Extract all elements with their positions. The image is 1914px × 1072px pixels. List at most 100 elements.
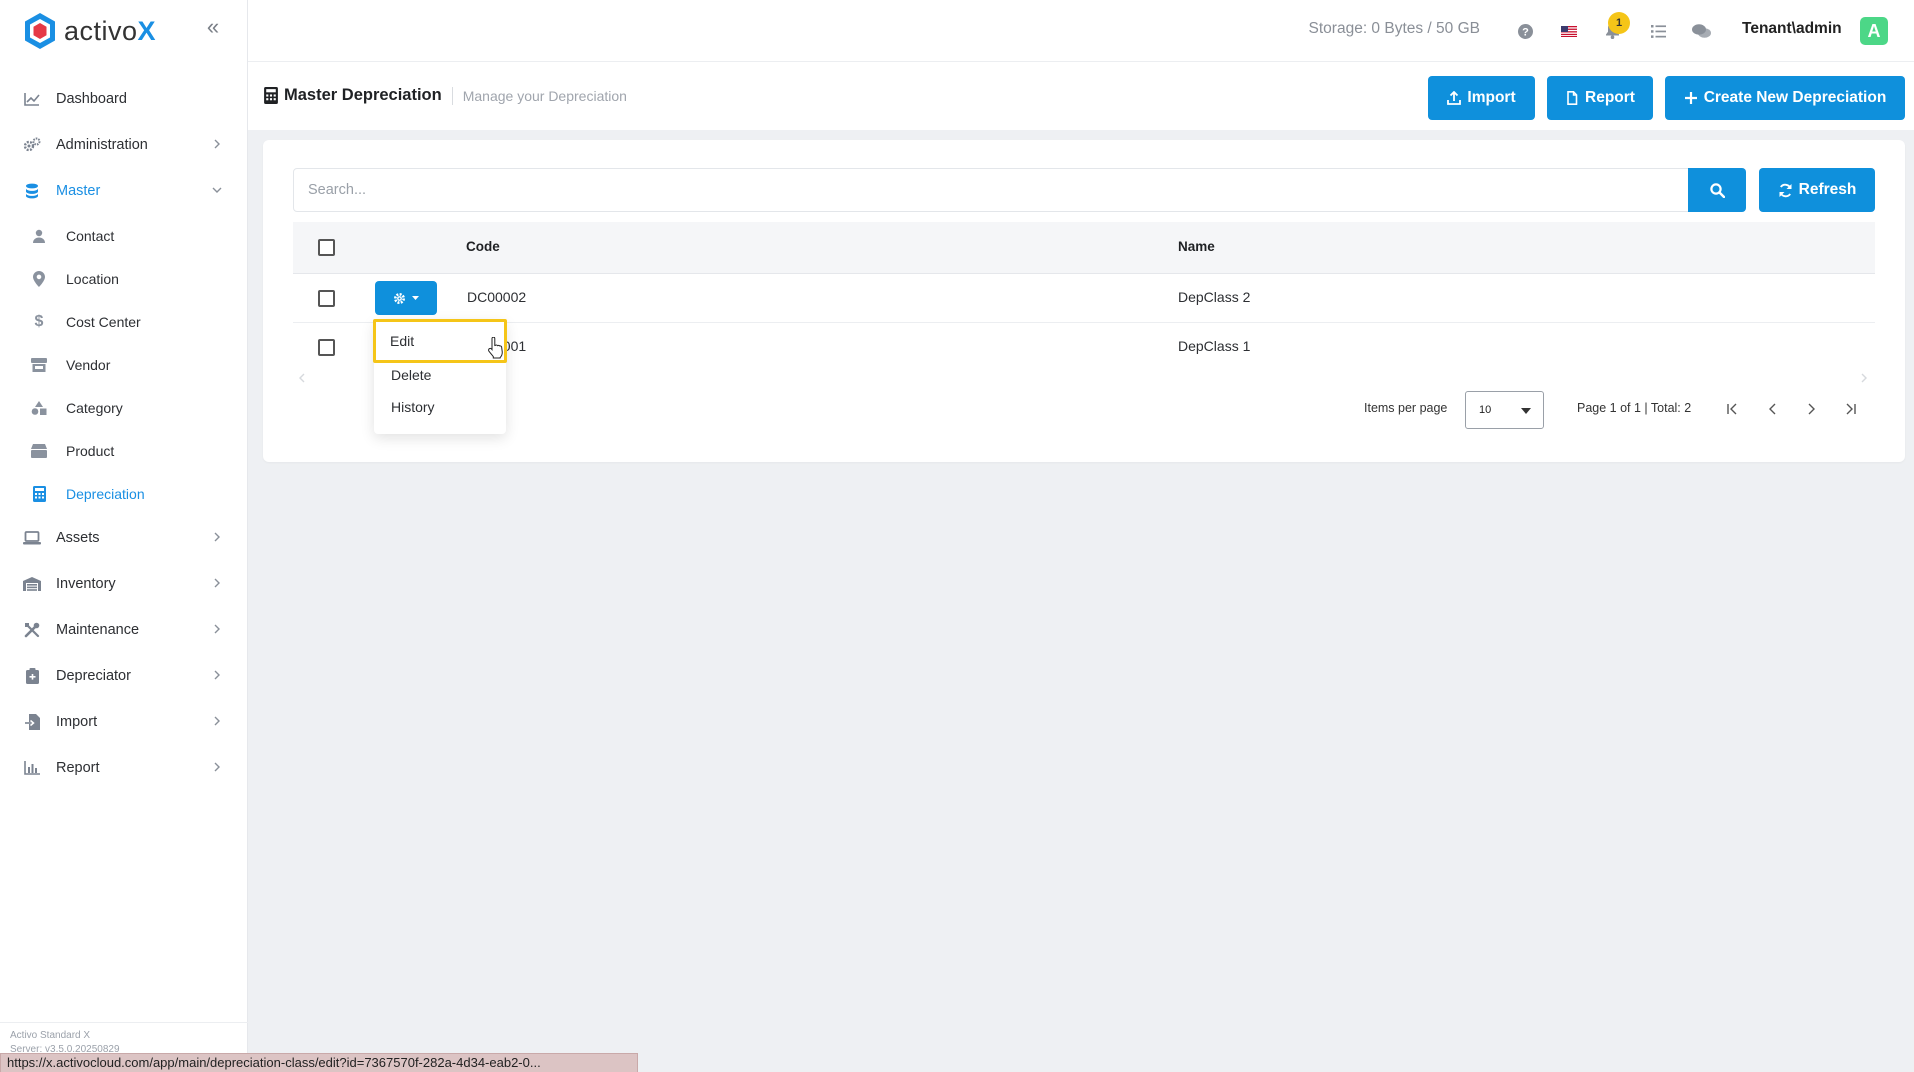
sidebar-item-label: Assets <box>56 530 100 546</box>
chevron-right-icon <box>214 578 220 588</box>
chevron-right-icon <box>214 716 220 726</box>
storage-usage: Storage: 0 Bytes / 50 GB <box>1308 20 1480 37</box>
menu-item-history[interactable]: History <box>374 391 506 423</box>
sidebar-item-label: Maintenance <box>56 622 140 638</box>
collapse-sidebar-icon[interactable]: « <box>202 16 224 38</box>
items-per-page-label: Items per page <box>1364 401 1448 415</box>
select-all-checkbox[interactable] <box>318 239 335 256</box>
gears-icon <box>22 135 42 155</box>
file-import-icon <box>22 712 42 732</box>
sidebar-item-report[interactable]: Report <box>0 745 248 791</box>
us-flag-icon[interactable] <box>1558 20 1580 42</box>
sidebar-item-product[interactable]: Product <box>0 429 248 472</box>
scroll-right-icon[interactable] <box>1860 373 1868 383</box>
next-page-icon[interactable] <box>1804 402 1818 416</box>
scroll-left-icon[interactable] <box>298 373 306 383</box>
chevron-right-icon <box>214 532 220 542</box>
cell-name: DepClass 1 <box>1178 338 1251 354</box>
sidebar-item-assets[interactable]: Assets <box>0 515 248 561</box>
row-checkbox[interactable] <box>318 290 335 307</box>
page-subtitle: Manage your Depreciation <box>462 87 627 104</box>
chart-line-icon <box>22 89 42 109</box>
chevron-down-icon <box>212 187 222 193</box>
task-list-icon[interactable] <box>1647 20 1669 42</box>
last-page-icon[interactable] <box>1843 402 1857 416</box>
sidebar-item-label: Inventory <box>56 576 116 592</box>
user-name[interactable]: Tenant\admin <box>1742 20 1842 38</box>
table-header: Code Name <box>293 222 1875 274</box>
sidebar-item-label: Contact <box>66 227 115 244</box>
menu-item-delete[interactable]: Delete <box>374 359 506 391</box>
row-checkbox[interactable] <box>318 339 335 356</box>
chevron-right-icon <box>214 139 220 149</box>
row-actions-button[interactable] <box>375 281 437 315</box>
page-title: Master Depreciation <box>284 86 442 104</box>
sidebar-item-location[interactable]: Location <box>0 257 248 300</box>
table-row: DC00001 DepClass 1 <box>293 323 1875 372</box>
page-title-group: Master Depreciation Manage your Deprecia… <box>264 86 627 105</box>
sidebar-item-label: Depreciator <box>56 668 131 684</box>
avatar[interactable]: A <box>1860 17 1888 45</box>
status-bar-url: https://x.activocloud.com/app/main/depre… <box>0 1053 638 1072</box>
sidebar-item-cost-center[interactable]: $ Cost Center <box>0 300 248 343</box>
column-header-code[interactable]: Code <box>466 239 500 254</box>
gear-icon <box>394 292 405 304</box>
sidebar-item-label: Master <box>56 183 101 199</box>
chevron-right-icon <box>214 670 220 680</box>
brand-logo[interactable]: activoX <box>22 10 156 52</box>
title-divider <box>451 86 453 105</box>
calculator-icon <box>30 485 48 503</box>
sidebar-item-label: Dashboard <box>56 91 127 107</box>
activox-logo-icon <box>25 13 55 49</box>
sidebar-item-administration[interactable]: Administration <box>0 122 248 168</box>
table-row: DC00002 DepClass 2 <box>293 274 1875 323</box>
create-depreciation-button[interactable]: Create New Depreciation <box>1665 76 1905 120</box>
sidebar-item-label: Cost Center <box>66 313 141 330</box>
sidebar-item-label: Import <box>56 714 98 730</box>
chart-bar-icon <box>22 758 42 778</box>
sidebar-item-inventory[interactable]: Inventory <box>0 561 248 607</box>
items-per-page-select[interactable]: 10 <box>1465 391 1544 429</box>
pagination-summary: Page 1 of 1 | Total: 2 <box>1577 401 1692 415</box>
sidebar-item-depreciation[interactable]: Depreciation <box>0 472 248 515</box>
search-icon <box>1709 182 1725 198</box>
previous-page-icon[interactable] <box>1766 402 1780 416</box>
search-button[interactable] <box>1688 168 1746 212</box>
help-icon[interactable]: ? <box>1514 20 1536 42</box>
sidebar-item-master[interactable]: Master <box>0 168 248 214</box>
sidebar-item-label: Location <box>66 270 119 287</box>
refresh-button[interactable]: Refresh <box>1759 168 1875 212</box>
map-pin-icon <box>30 270 48 288</box>
product-edition: Activo Standard X <box>10 1030 91 1041</box>
tools-icon <box>22 620 42 640</box>
sidebar-item-label: Administration <box>56 137 148 153</box>
upload-icon <box>1447 91 1462 105</box>
file-icon <box>1567 91 1578 105</box>
sidebar-item-dashboard[interactable]: Dashboard <box>0 76 248 122</box>
plus-icon <box>1684 92 1697 104</box>
sidebar-item-vendor[interactable]: Vendor <box>0 343 248 386</box>
hand-cursor-icon <box>488 337 503 359</box>
sidebar: activoX « Dashboard Administration Maste… <box>0 0 248 1072</box>
sidebar-item-maintenance[interactable]: Maintenance <box>0 607 248 653</box>
warehouse-icon <box>22 574 42 594</box>
first-page-icon[interactable] <box>1726 402 1740 416</box>
report-button[interactable]: Report <box>1547 76 1653 120</box>
cell-code: DC00002 <box>467 289 527 305</box>
svg-text:?: ? <box>1522 26 1529 38</box>
cell-name: DepClass 2 <box>1178 289 1251 305</box>
sidebar-item-category[interactable]: Category <box>0 386 248 429</box>
search-input[interactable] <box>293 168 1689 212</box>
sidebar-item-depreciator[interactable]: Depreciator <box>0 653 248 699</box>
store-icon <box>30 356 48 374</box>
chevron-right-icon <box>214 624 220 634</box>
chevron-right-icon <box>214 762 220 772</box>
depreciation-list-card: Refresh Code Name DC00002 DepClass 2 DC0… <box>263 140 1905 462</box>
column-header-name[interactable]: Name <box>1178 239 1215 254</box>
laptop-icon <box>22 528 42 548</box>
sidebar-item-contact[interactable]: Contact <box>0 214 248 257</box>
chat-icon[interactable] <box>1690 20 1712 42</box>
sidebar-item-label: Report <box>56 760 100 776</box>
import-button[interactable]: Import <box>1428 76 1535 120</box>
sidebar-item-import[interactable]: Import <box>0 699 248 745</box>
